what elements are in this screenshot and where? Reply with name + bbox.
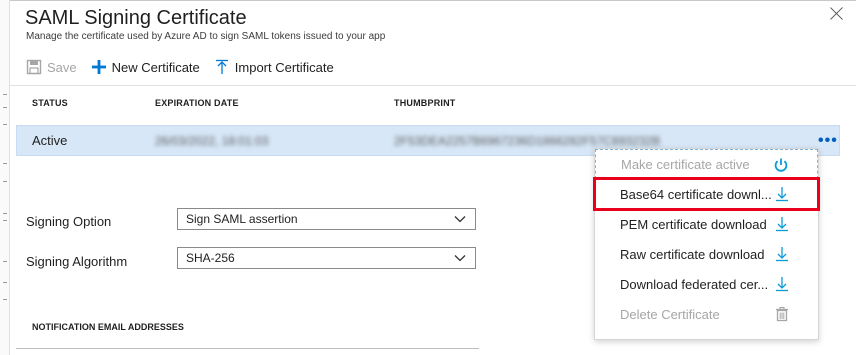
new-certificate-button[interactable]: New Certificate xyxy=(91,59,200,75)
menu-item-make-active[interactable]: Make certificate active xyxy=(595,149,818,179)
chevron-down-icon xyxy=(454,213,466,225)
menu-item-label: Download federated cer... xyxy=(620,276,769,292)
signing-option-label: Signing Option xyxy=(26,214,112,229)
download-icon xyxy=(774,246,790,262)
upload-icon xyxy=(214,59,230,75)
trash-icon xyxy=(774,306,790,322)
signing-algorithm-label: Signing Algorithm xyxy=(26,254,128,269)
new-certificate-label: New Certificate xyxy=(111,59,200,75)
save-icon xyxy=(26,59,42,75)
column-header-thumbprint: THUMBPRINT xyxy=(394,98,456,108)
menu-item-raw-download[interactable]: Raw certificate download xyxy=(595,239,818,269)
expiration-cell: 26/03/2022, 18:01:03 xyxy=(155,134,269,148)
menu-item-label: PEM certificate download xyxy=(620,216,767,232)
save-label: Save xyxy=(47,59,77,75)
column-header-expiration: EXPIRATION DATE xyxy=(155,98,239,108)
close-icon[interactable] xyxy=(830,6,844,20)
signing-option-value: Sign SAML assertion xyxy=(186,212,298,226)
panel-subtitle: Manage the certificate used by Azure AD … xyxy=(26,31,386,42)
save-button[interactable]: Save xyxy=(26,59,77,75)
column-header-status: STATUS xyxy=(32,98,68,108)
menu-item-label: Delete Certificate xyxy=(620,306,720,322)
background-blade-edge xyxy=(0,0,10,355)
signing-algorithm-select[interactable]: SHA-256 xyxy=(177,247,476,269)
menu-item-federated-download[interactable]: Download federated cer... xyxy=(595,269,818,299)
download-icon xyxy=(774,216,790,232)
plus-icon xyxy=(91,59,107,75)
power-icon xyxy=(773,157,789,173)
menu-item-label: Make certificate active xyxy=(621,156,750,172)
chevron-down-icon xyxy=(454,252,466,264)
status-cell: Active xyxy=(32,133,68,148)
menu-item-delete-certificate[interactable]: Delete Certificate xyxy=(595,299,818,329)
panel-title: SAML Signing Certificate xyxy=(25,7,247,29)
notification-email-header: NOTIFICATION EMAIL ADDRESSES xyxy=(32,322,184,332)
menu-item-label: Base64 certificate downl... xyxy=(620,186,772,202)
menu-item-label: Raw certificate download xyxy=(620,246,765,262)
certificate-context-menu: Make certificate active Base64 certifica… xyxy=(593,148,820,340)
toolbar: Save New Certificate Import Certificate xyxy=(26,56,348,78)
top-divider xyxy=(10,0,856,1)
download-icon xyxy=(774,186,790,202)
signing-option-select[interactable]: Sign SAML assertion xyxy=(177,208,476,230)
menu-item-pem-download[interactable]: PEM certificate download xyxy=(595,209,818,239)
toolbar-divider xyxy=(10,85,856,86)
notification-email-field[interactable] xyxy=(16,348,479,349)
thumbprint-cell: 2F53DEA2257B6967236D1866282F57C893232B xyxy=(394,134,661,148)
signing-algorithm-value: SHA-256 xyxy=(186,251,235,265)
menu-item-base64-download[interactable]: Base64 certificate downl... xyxy=(593,177,820,211)
more-options-button[interactable]: ••• xyxy=(818,132,838,150)
import-certificate-button[interactable]: Import Certificate xyxy=(214,59,334,75)
import-certificate-label: Import Certificate xyxy=(234,59,334,75)
download-icon xyxy=(774,276,790,292)
